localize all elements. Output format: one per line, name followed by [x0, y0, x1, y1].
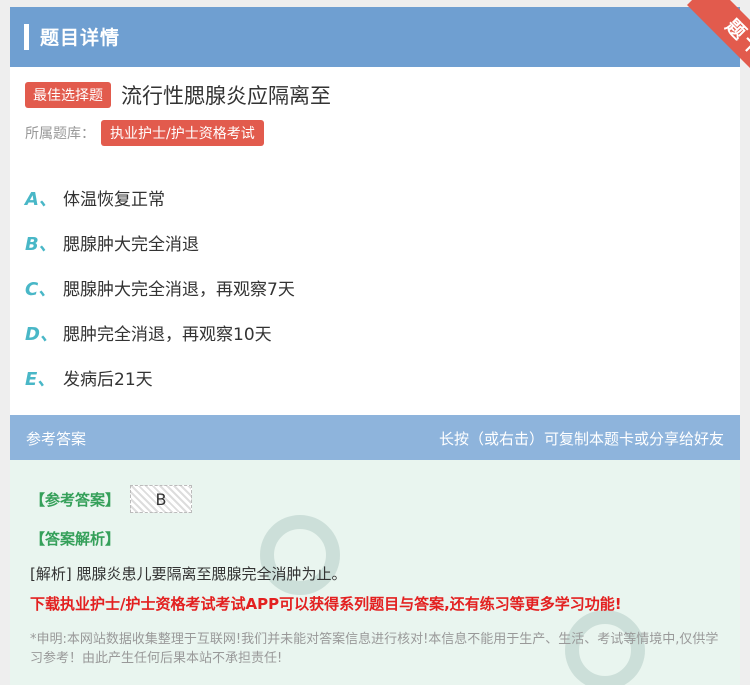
analysis-tag: 【答案解析】 — [30, 530, 121, 548]
option-item-c[interactable]: C、 腮腺肿大完全消退，再观察7天 — [25, 265, 295, 310]
answer-value: B — [130, 485, 193, 513]
option-text: 发病后21天 — [63, 370, 153, 390]
question-type-badge: 最佳选择题 — [25, 82, 111, 108]
answer-header-hint: 长按（或右击）可复制本题卡或分享给好友 — [438, 430, 724, 448]
app-download-link[interactable]: 下载执业护士/护士资格考试考试APP可以获得系列题目与答案,还有练习等更多学习功… — [30, 593, 622, 614]
answer-header-title: 参考答案 — [26, 430, 87, 448]
option-item-e[interactable]: E、 发病后21天 — [25, 355, 295, 400]
header-accent-bar — [24, 24, 29, 50]
options-list: A、 体温恢复正常 B、 腮腺肿大完全消退 C、 腮腺肿大完全消退，再观察7天 … — [25, 175, 295, 400]
page-header: 题目详情 — [10, 7, 740, 67]
option-letter: B、 — [25, 233, 57, 255]
answer-line: 【参考答案】 B — [30, 485, 193, 513]
answer-body: 【参考答案】 B 【答案解析】 [解析] 腮腺炎患儿要隔离至腮腺完全消肿为止。 … — [10, 460, 740, 685]
page-title: 题目详情 — [40, 27, 121, 49]
option-letter: D、 — [25, 323, 58, 345]
option-item-d[interactable]: D、 腮肿完全消退，再观察10天 — [25, 310, 295, 355]
option-letter: E、 — [25, 368, 56, 390]
analysis-text: [解析] 腮腺炎患儿要隔离至腮腺完全消肿为止。 — [30, 565, 347, 583]
answer-header: 参考答案 长按（或右击）可复制本题卡或分享给好友 — [10, 415, 740, 460]
option-item-b[interactable]: B、 腮腺肿大完全消退 — [25, 220, 295, 265]
analysis-line: 【答案解析】 — [30, 528, 120, 549]
library-row: 所属题库： 执业护士/护士资格考试 — [25, 120, 264, 146]
answer-tag: 【参考答案】 — [30, 490, 121, 509]
option-text: 腮腺肿大完全消退 — [63, 235, 199, 255]
question-text: 流行性腮腺炎应隔离至 — [121, 84, 331, 108]
option-text: 腮腺肿大完全消退，再观察7天 — [63, 280, 295, 300]
library-badge[interactable]: 执业护士/护士资格考试 — [101, 120, 264, 146]
option-text: 体温恢复正常 — [63, 190, 165, 210]
option-item-a[interactable]: A、 体温恢复正常 — [25, 175, 295, 220]
disclaimer-text: *申明:本网站数据收集整理于互联网!我们并未能对答案信息进行核对!本信息不能用于… — [30, 632, 719, 666]
option-letter: A、 — [25, 188, 57, 210]
option-text: 腮肿完全消退，再观察10天 — [63, 325, 272, 345]
option-letter: C、 — [25, 278, 57, 300]
question-card: 最佳选择题 流行性腮腺炎应隔离至 所属题库： 执业护士/护士资格考试 A、 体温… — [10, 67, 740, 415]
library-label: 所属题库： — [25, 126, 95, 142]
question-row: 最佳选择题 流行性腮腺炎应隔离至 — [25, 80, 331, 110]
